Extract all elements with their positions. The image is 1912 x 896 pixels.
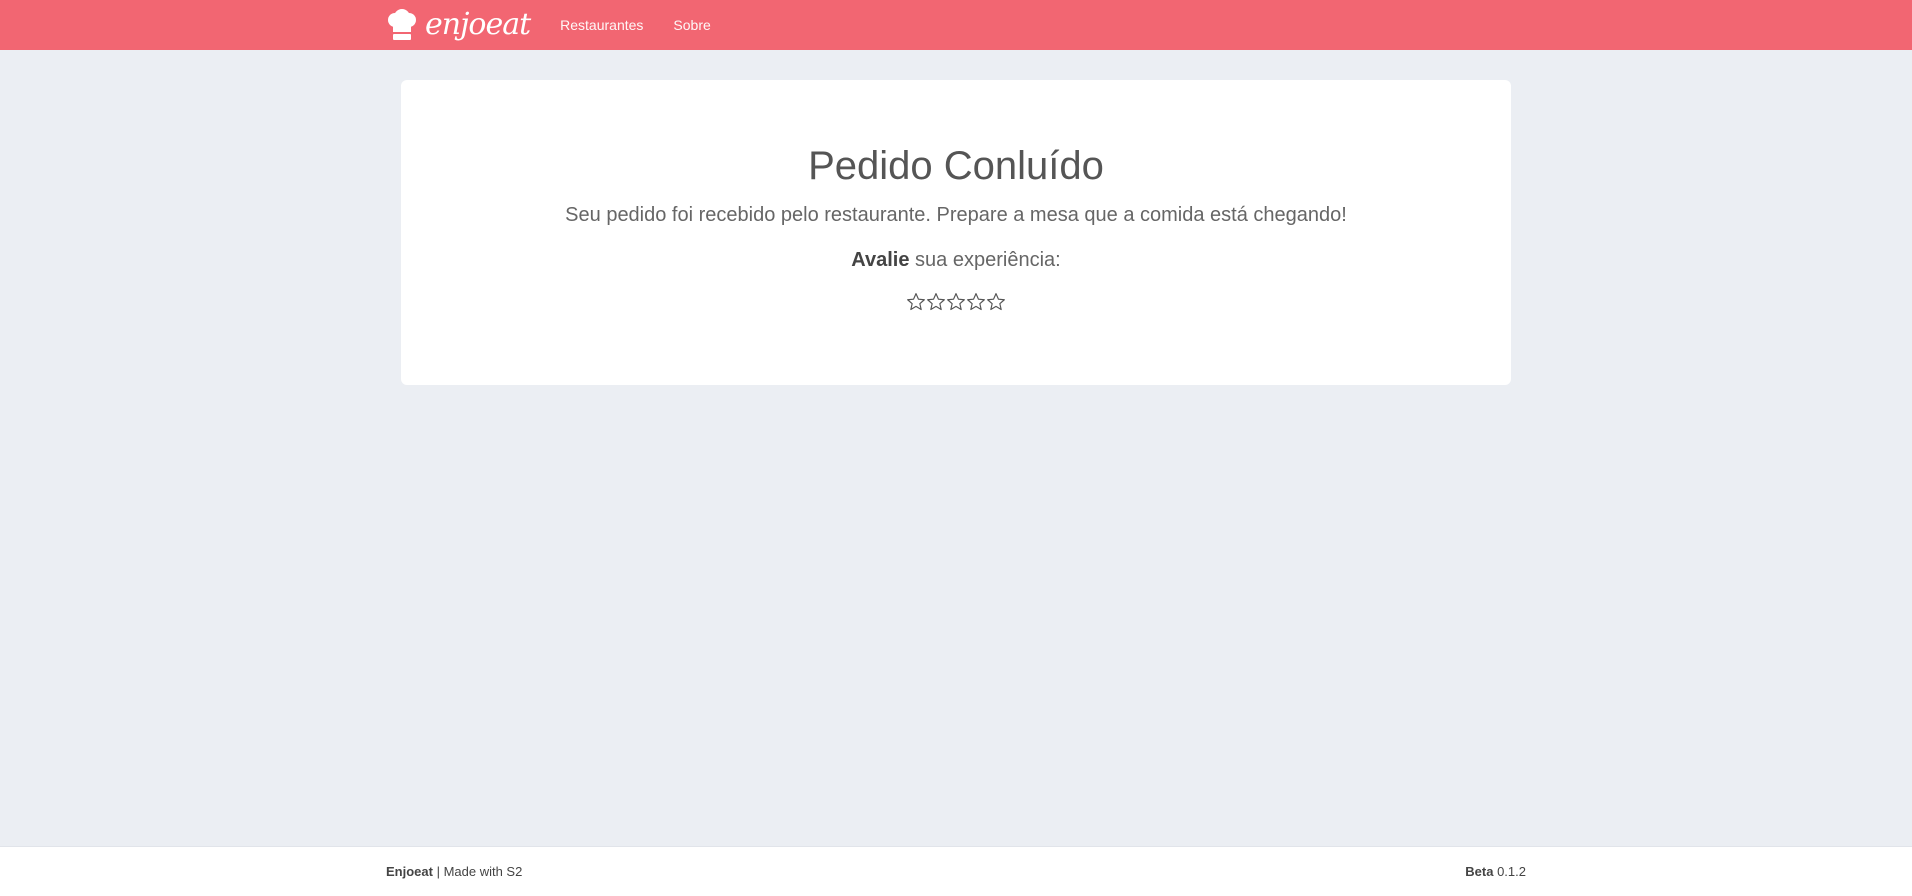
star-icon[interactable] bbox=[906, 292, 926, 312]
footer-version: Beta 0.1.2 bbox=[1465, 864, 1526, 879]
star-icon[interactable] bbox=[946, 292, 966, 312]
brand-logo-link[interactable]: enjoeat bbox=[385, 7, 531, 42]
order-message: Seu pedido foi recebido pelo restaurante… bbox=[565, 204, 1347, 226]
footer-version-number: 0.1.2 bbox=[1493, 864, 1526, 879]
chef-hat-icon bbox=[388, 9, 416, 40]
nav-link-sobre[interactable]: Sobre bbox=[673, 17, 710, 33]
navbar-inner: enjoeat Restaurantes Sobre bbox=[385, 0, 741, 50]
rating-prompt-bold: Avalie bbox=[851, 249, 910, 271]
footer-made-with: | Made with S2 bbox=[432, 864, 523, 879]
footer-credits: Enjoeat | Made with S2 bbox=[386, 864, 522, 879]
page-title: Pedido Conluído bbox=[808, 144, 1104, 188]
star-rating bbox=[401, 292, 1511, 312]
footer-beta-label: Beta bbox=[1465, 864, 1494, 879]
star-icon[interactable] bbox=[966, 292, 986, 312]
top-navbar: enjoeat Restaurantes Sobre bbox=[0, 0, 1912, 50]
star-icon[interactable] bbox=[926, 292, 946, 312]
order-complete-card: Pedido Conluído Seu pedido foi recebido … bbox=[401, 80, 1511, 385]
rating-prompt: Avalie sua experiência: bbox=[401, 249, 1511, 272]
star-icon[interactable] bbox=[986, 292, 1006, 312]
rating-prompt-text: sua experiência: bbox=[909, 249, 1061, 271]
footer: Enjoeat | Made with S2 Beta 0.1.2 bbox=[0, 846, 1912, 896]
brand-name: enjoeat bbox=[425, 7, 531, 42]
footer-brand: Enjoeat bbox=[386, 864, 433, 879]
nav-link-restaurantes[interactable]: Restaurantes bbox=[560, 17, 643, 33]
